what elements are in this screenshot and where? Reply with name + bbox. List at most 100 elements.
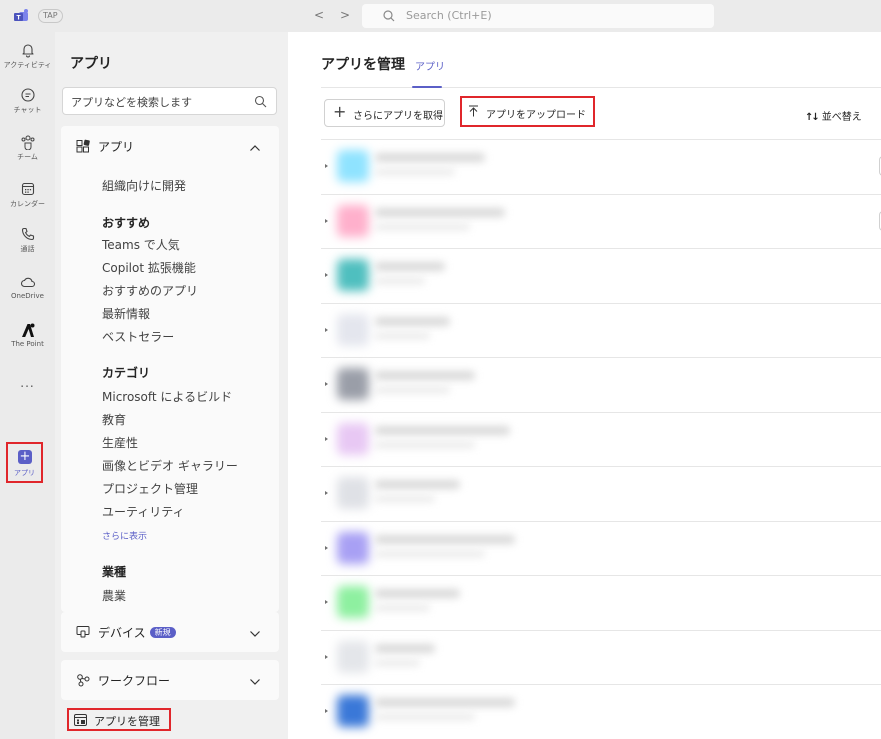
phone-icon [0,226,55,242]
app-list-row[interactable] [321,139,881,193]
search-icon [254,95,267,108]
devices-section-title: デバイス 新規 [98,624,176,641]
expand-caret-icon[interactable] [325,600,328,604]
the-point-logo-icon [0,322,55,338]
nav-item-popular-in-teams[interactable]: Teams で人気 [102,236,180,253]
rail-label-the-point: The Point [11,340,44,348]
app-search-input[interactable]: アプリなどを検索します [62,87,277,115]
rail-item-teams[interactable]: チーム [0,134,55,162]
nav-item-agriculture[interactable]: 農業 [102,587,126,604]
category-heading: カテゴリ [102,366,151,380]
more-apps-button[interactable]: ... [0,376,55,390]
nav-item-education[interactable]: 教育 [102,411,126,428]
expand-caret-icon[interactable] [325,382,328,386]
rail-item-apps[interactable]: + アプリ [6,442,43,483]
manage-apps-icon [74,714,87,726]
devices-label: デバイス [98,626,146,640]
sort-button[interactable]: ↑↓ 並べ替え [805,108,862,123]
app-publisher-blurred [375,441,475,448]
app-list-row[interactable] [321,411,881,466]
app-list-row[interactable] [321,248,881,302]
expand-caret-icon[interactable] [325,709,328,713]
nav-item-whats-new[interactable]: 最新情報 [102,305,150,322]
sort-arrows-icon: ↑↓ [805,112,820,123]
app-publisher-blurred [375,659,420,666]
global-search-box[interactable]: Search (Ctrl+E) [362,4,714,28]
back-button[interactable]: < [314,8,324,22]
rail-label-teams: チーム [17,153,38,161]
rail-item-onedrive[interactable]: OneDrive [0,274,55,300]
app-list-row[interactable] [321,302,881,357]
app-name-blurred [375,207,505,217]
app-list-row[interactable] [321,575,881,629]
app-list-row[interactable] [321,684,881,738]
app-rail: アクティビティ チャット チーム カレンダー 通話 OneDrive The P… [0,32,55,739]
rail-item-calls[interactable]: 通話 [0,226,55,254]
calendar-icon [0,181,55,197]
plus-icon: + [18,449,32,464]
app-publisher-blurred [375,496,435,502]
devices-section[interactable]: デバイス 新規 [61,612,279,652]
forward-button[interactable]: > [340,8,350,22]
app-list-row[interactable] [321,357,881,411]
manage-apps-button[interactable]: アプリを管理 [67,708,171,731]
rail-label-chat: チャット [13,106,42,114]
apps-section: アプリ 組織向けに開発 おすすめ Teams で人気 Copilot 拡張機能 … [61,126,279,612]
expand-caret-icon[interactable] [325,491,328,495]
manage-apps-main: アプリを管理 アプリ + さらにアプリを取得 アプリをアップロード ↑↓ 並べ替え [288,32,881,739]
workflows-label: ワークフロー [98,674,171,688]
app-publisher-blurred [375,714,475,720]
app-list-row[interactable] [321,193,881,248]
nav-item-project-management[interactable]: プロジェクト管理 [102,480,198,497]
rail-item-calendar[interactable]: カレンダー [0,181,55,209]
app-name-blurred [375,589,460,598]
app-list-row[interactable] [321,629,881,684]
expand-caret-icon[interactable] [325,218,328,223]
nav-item-productivity[interactable]: 生産性 [102,434,138,451]
apps-section-header[interactable]: アプリ [61,126,279,166]
title-bar: T TAP < > Search (Ctrl+E) [0,0,881,32]
devices-section-header[interactable]: デバイス 新規 [61,612,279,652]
get-more-apps-button[interactable]: + さらにアプリを取得 [324,99,445,127]
rail-item-chat[interactable]: チャット [0,87,55,115]
nav-item-built-for-org[interactable]: 組織向けに開発 [102,177,186,194]
expand-caret-icon[interactable] [325,654,328,659]
app-publisher-blurred [375,223,470,230]
nav-item-image-video[interactable]: 画像とビデオ ギャラリー [102,457,238,474]
app-icon [337,204,369,237]
app-list-row[interactable] [321,466,881,520]
rail-item-the-point[interactable]: The Point [0,322,55,348]
expand-caret-icon[interactable] [325,436,328,441]
rail-label-apps: アプリ [14,469,35,477]
cloud-icon [0,274,55,290]
tap-badge: TAP [38,9,63,23]
nav-item-best-sellers[interactable]: ベストセラー [102,328,174,345]
show-more-link[interactable]: さらに表示 [102,529,147,542]
app-list-row[interactable] [321,520,881,575]
expand-caret-icon[interactable] [325,164,328,168]
tab-apps[interactable]: アプリ [415,58,445,73]
manage-apps-label: アプリを管理 [94,715,160,728]
expand-caret-icon[interactable] [325,327,328,332]
app-icon [337,531,369,564]
chevron-down-icon [249,627,261,637]
workflows-section-header[interactable]: ワークフロー [61,660,279,700]
apps-left-panel: アプリ アプリなどを検索します アプリ 組織向けに開発 おすすめ Teams で… [55,32,288,739]
nav-item-copilot-extensions[interactable]: Copilot 拡張機能 [102,259,196,276]
teams-logo-icon: T [14,9,30,23]
rail-item-activity[interactable]: アクティビティ [0,42,55,70]
app-name-blurred [375,643,435,653]
upload-app-button[interactable]: アプリをアップロード [460,96,595,127]
workflow-icon [76,673,91,687]
app-publisher-blurred [375,387,450,393]
expand-caret-icon[interactable] [325,545,328,550]
rail-label-calls: 通話 [20,245,35,253]
workflows-section[interactable]: ワークフロー [61,660,279,700]
expand-caret-icon[interactable] [325,273,328,277]
nav-item-utilities[interactable]: ユーティリティ [102,503,185,520]
app-icon [337,695,369,727]
nav-item-built-by-microsoft[interactable]: Microsoft によるビルド [102,388,232,405]
get-more-apps-label: さらにアプリを取得 [353,111,443,122]
nav-item-featured-apps[interactable]: おすすめのアプリ [102,282,198,299]
app-name-blurred [375,698,515,707]
